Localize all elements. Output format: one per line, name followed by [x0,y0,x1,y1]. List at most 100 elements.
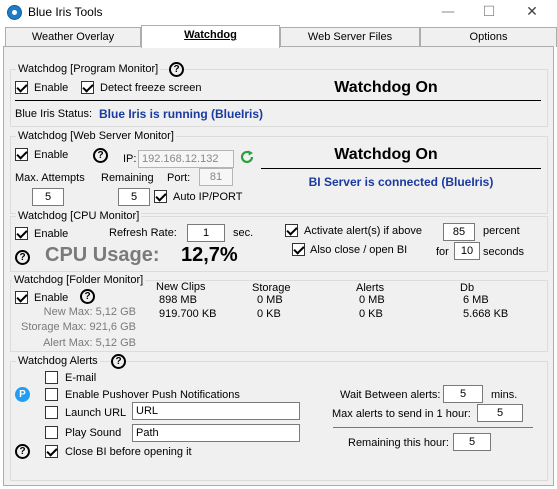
email-checkbox[interactable] [45,371,58,384]
port-input[interactable]: 81 [199,168,233,186]
email-label: E-mail [65,372,97,384]
help-icon[interactable]: ? [15,250,30,265]
close-open-bi-label: Also close / open BI [310,244,408,256]
detect-freeze-checkbox[interactable] [81,81,94,94]
program-monitor-group: Watchdog [Program Monitor] ? Enable Dete… [10,62,548,127]
cpu-usage-value: 12,7% [181,244,238,266]
threshold-input[interactable]: 85 [443,223,475,241]
help-icon[interactable]: ? [80,289,95,304]
remaining-hour-input: 5 [453,433,491,451]
cpu-monitor-title: Watchdog [CPU Monitor] [16,210,142,223]
storage-max-label: Storage Max: 921,6 GB [21,321,136,333]
activate-alert-checkbox[interactable] [285,224,298,237]
help-icon[interactable]: ? [111,354,126,369]
detect-freeze-label: Detect freeze screen [100,82,202,94]
divider [261,168,541,169]
web-monitor-group: Watchdog [Web Server Monitor] Enable ? I… [10,130,548,214]
play-sound-checkbox[interactable] [45,426,58,439]
refresh-icon[interactable] [239,149,255,165]
close-button[interactable]: ✕ [515,2,549,22]
mins-label: mins. [491,389,518,401]
program-enable-checkbox[interactable] [15,81,28,94]
max-attempts-input[interactable]: 5 [32,188,64,206]
bi-status-label: Blue Iris Status: [15,108,93,120]
divider [15,100,541,101]
folder-monitor-title: Watchdog [Folder Monitor] [12,274,146,287]
tab-options[interactable]: Options [420,27,557,47]
minimize-button[interactable]: — [431,2,465,22]
pushover-icon: P [15,387,30,402]
folder-enable-checkbox[interactable] [15,291,28,304]
bi-status-value: Blue Iris is running (BlueIris) [99,107,264,121]
remaining-input: 5 [118,188,150,206]
pushover-checkbox[interactable] [45,388,58,401]
cpu-enable-label: Enable [34,228,69,240]
percent-label: percent [483,225,520,237]
alerts-title: Watchdog Alerts [16,355,100,368]
maximize-button[interactable]: ☐ [472,2,506,22]
divider [333,427,533,428]
cpu-enable-checkbox[interactable] [15,227,28,240]
max-alerts-label: Max alerts to send in 1 hour: [332,408,471,420]
program-enable-label: Enable [34,82,69,94]
tab-weather-overlay[interactable]: Weather Overlay [5,27,141,47]
auto-ip-checkbox[interactable] [154,190,167,203]
alerts-group: Watchdog Alerts ? E-mail P Enable Pushov… [10,354,548,481]
storage-kb: 0 KB [257,308,281,320]
new-clips-kb: 919.700 KB [159,308,217,320]
app-icon [7,5,22,20]
window-title: Blue Iris Tools [28,5,103,19]
folder-enable-label: Enable [34,292,69,304]
launch-url-checkbox[interactable] [45,406,58,419]
program-monitor-title: Watchdog [Program Monitor] [16,63,161,76]
pushover-label: Enable Pushover Push Notifications [65,389,240,401]
for-seconds-input[interactable]: 10 [454,242,480,260]
tab-watchdog[interactable]: Watchdog [141,25,280,48]
tab-web-server-files[interactable]: Web Server Files [280,27,420,47]
refresh-rate-input[interactable]: 1 [187,224,225,242]
wait-between-input[interactable]: 5 [443,385,483,403]
launch-url-label: Launch URL [65,407,127,419]
remaining-hour-label: Remaining this hour: [348,437,449,449]
wait-between-label: Wait Between alerts: [340,389,441,401]
help-icon[interactable]: ? [169,62,184,77]
refresh-rate-label: Refresh Rate: [109,227,177,239]
tab-bar: Weather Overlay Watchdog Web Server File… [0,25,557,48]
close-bi-checkbox[interactable] [45,445,58,458]
web-status-value: BI Server is connected (BlueIris) [308,175,494,189]
cpu-usage-label: CPU Usage: [45,244,160,266]
alerts-mb: 0 MB [359,294,385,306]
web-status-heading: Watchdog On [334,146,438,163]
new-clips-mb: 898 MB [159,294,197,306]
close-open-bi-checkbox[interactable] [292,243,305,256]
db-mb: 6 MB [463,294,489,306]
program-status-heading: Watchdog On [334,79,438,96]
watchdog-panel: Watchdog [Program Monitor] ? Enable Dete… [3,46,554,486]
ip-label: IP: [123,153,137,165]
url-input[interactable]: URL [132,402,300,420]
column-header: New Clips [156,281,206,293]
auto-ip-label: Auto IP/PORT [173,191,243,203]
for-label: for [436,246,449,258]
alerts-kb: 0 KB [359,308,383,320]
help-icon[interactable]: ? [93,148,108,163]
db-kb: 5.668 KB [463,308,509,320]
ip-input[interactable]: 192.168.12.132 [138,150,234,168]
cpu-monitor-group: Watchdog [CPU Monitor] Enable Refresh Ra… [10,210,548,272]
web-enable-checkbox[interactable] [15,148,28,161]
sec-label: sec. [233,227,254,239]
alert-max-label: Alert Max: 5,12 GB [43,337,136,349]
help-icon[interactable]: ? [15,444,30,459]
max-alerts-input[interactable]: 5 [477,404,523,422]
new-max-label: New Max: 5,12 GB [43,306,136,318]
title-bar: Blue Iris Tools — ☐ ✕ [0,0,557,25]
activate-alert-label: Activate alert(s) if above [304,225,422,237]
folder-monitor-group: Watchdog [Folder Monitor] Enable ? New M… [10,274,548,352]
sound-path-input[interactable]: Path [132,424,300,442]
port-label: Port: [167,172,191,184]
web-monitor-title: Watchdog [Web Server Monitor] [16,130,176,143]
seconds-label: seconds [483,246,524,258]
play-sound-label: Play Sound [65,427,122,439]
web-enable-label: Enable [34,149,69,161]
storage-mb: 0 MB [257,294,283,306]
